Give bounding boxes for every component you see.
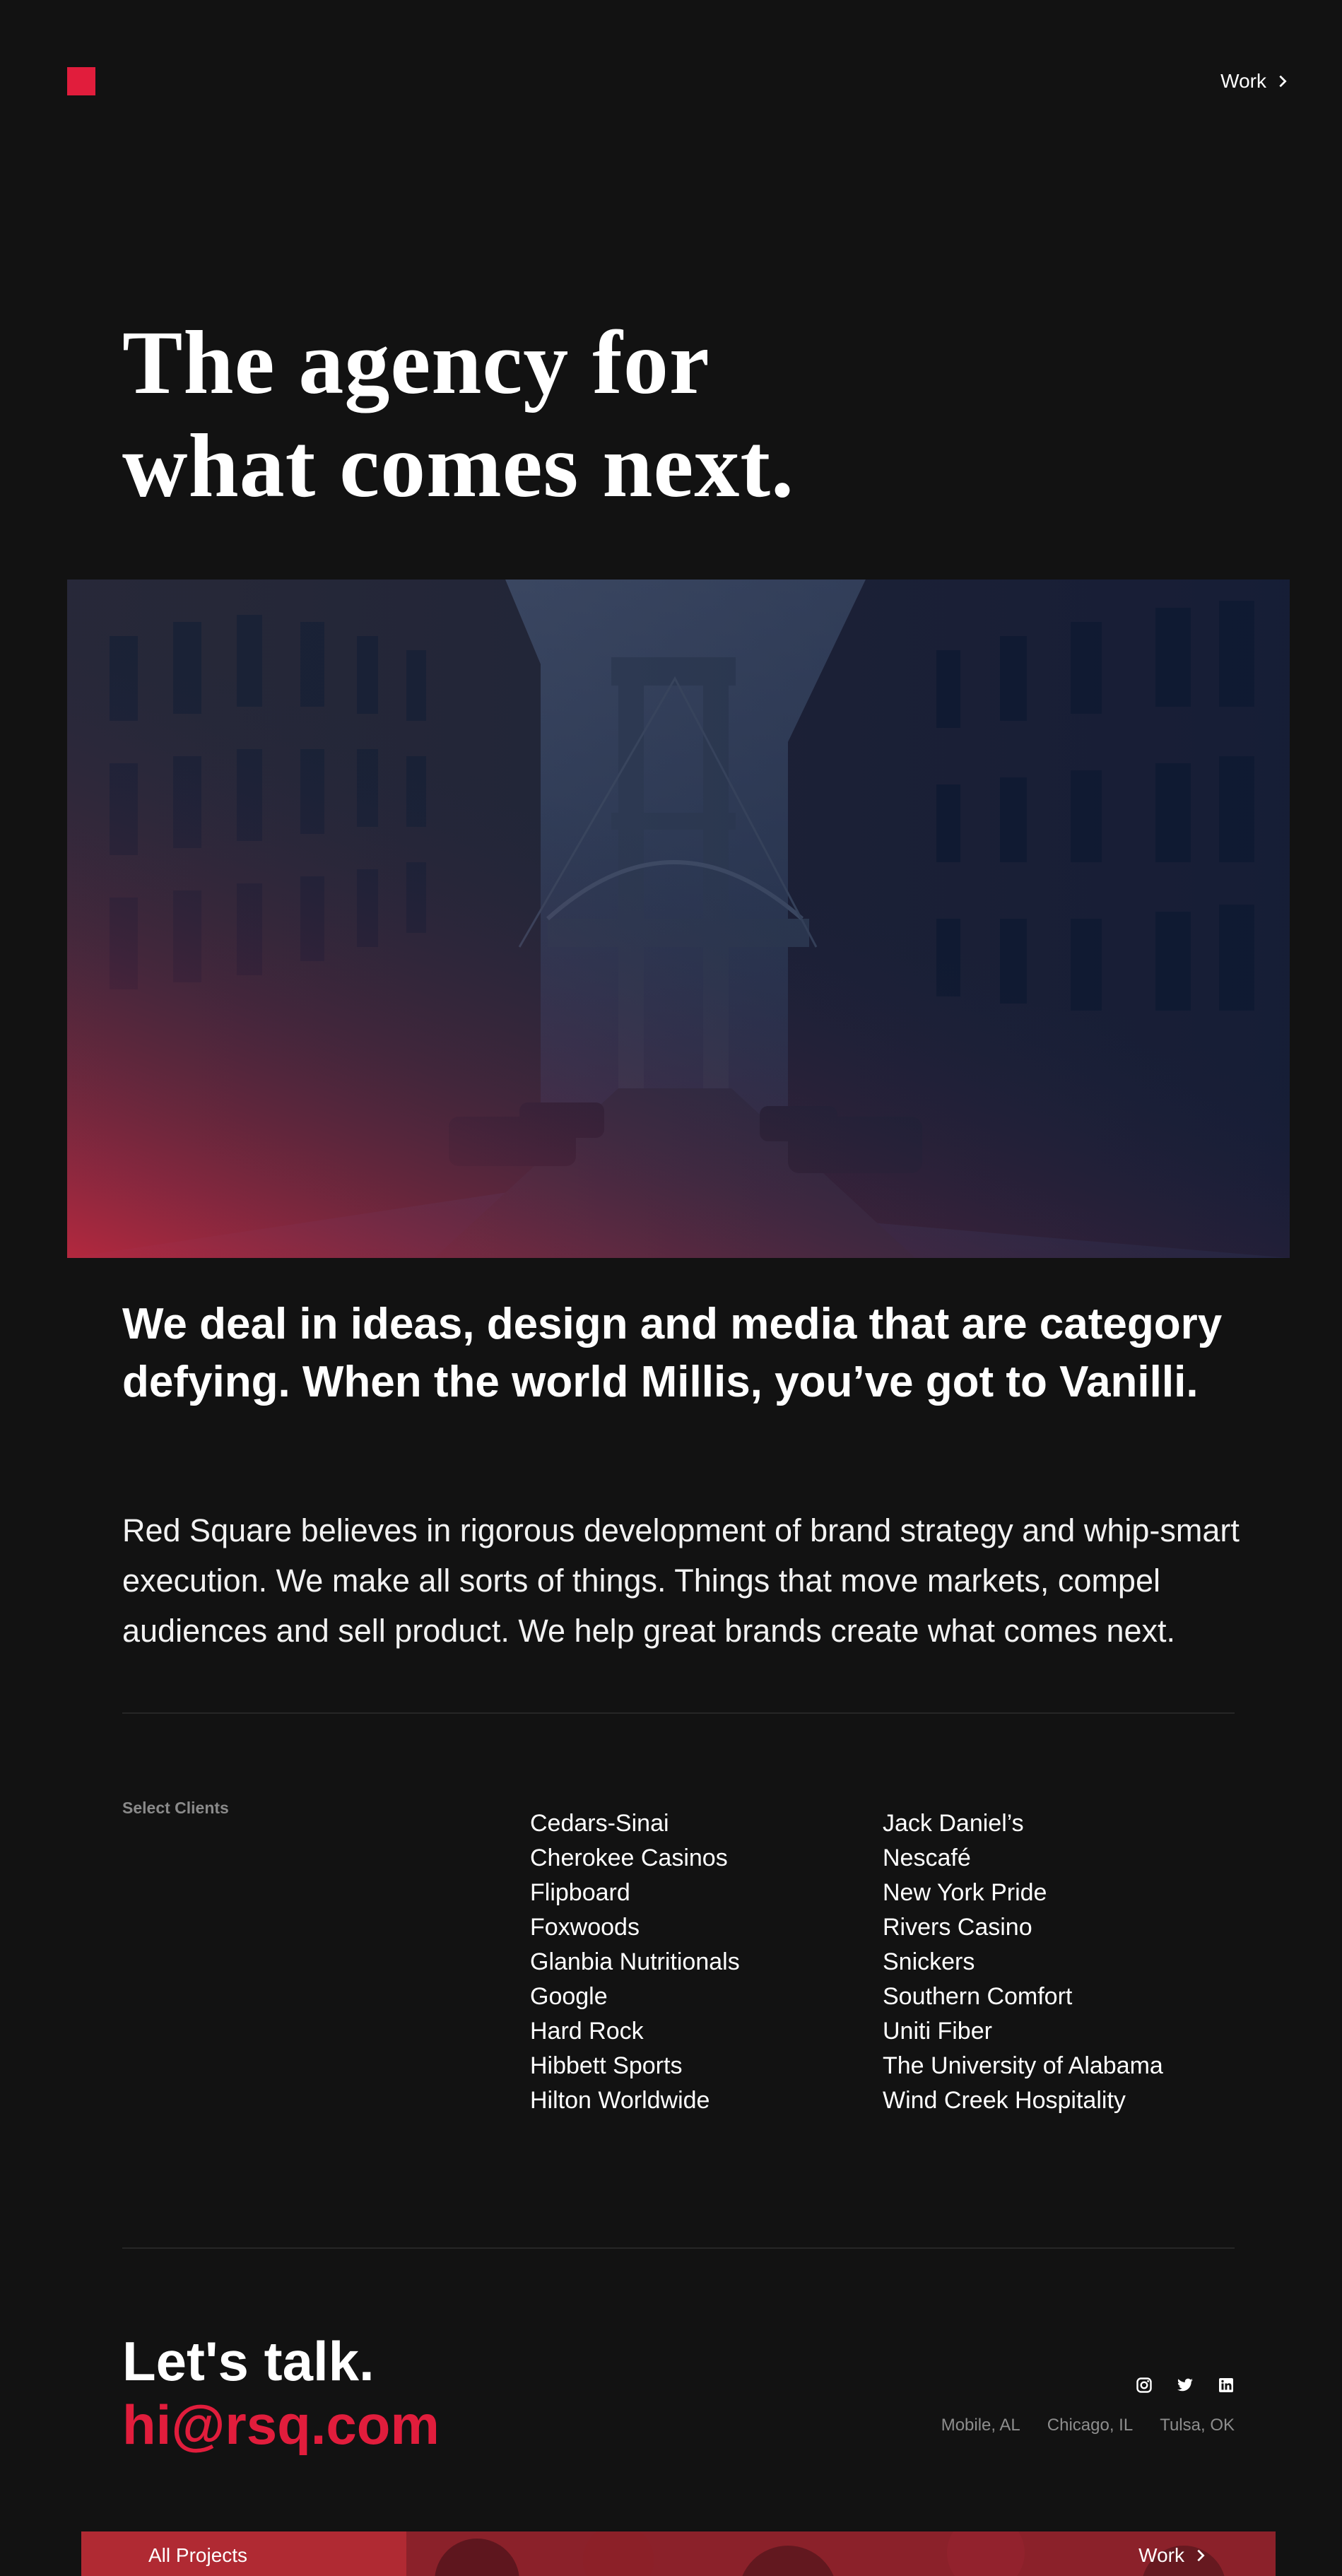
social-links <box>1136 2377 1235 2394</box>
client-item: Wind Creek Hospitality <box>883 2087 1126 2114</box>
client-item: Rivers Casino <box>883 1914 1032 1941</box>
email-link[interactable]: hi@rsq.com <box>122 2392 440 2457</box>
contact-heading: Let's talk. <box>122 2330 375 2392</box>
client-item: New York Pride <box>883 1879 1047 1906</box>
clients-list-column-b: Jack Daniel’s Nescafé New York Pride Riv… <box>883 1806 1163 2118</box>
instagram-icon[interactable] <box>1136 2377 1153 2394</box>
clients-list-column-a: Cedars-Sinai Cherokee Casinos Flipboard … <box>530 1806 740 2118</box>
next-card-background-image <box>81 2531 1276 2576</box>
twitter-icon[interactable] <box>1177 2377 1194 2394</box>
client-item: Snickers <box>883 1948 975 1975</box>
client-item: Cedars-Sinai <box>530 1810 669 1837</box>
next-work-card[interactable]: All Projects Work <box>81 2531 1276 2576</box>
brand-logo[interactable] <box>67 67 95 95</box>
client-item: Nescafé <box>883 1845 971 1871</box>
chevron-right-icon <box>1197 2549 1205 2562</box>
office-locations: Mobile, AL Chicago, IL Tulsa, OK <box>941 2416 1235 2435</box>
client-item: Hard Rock <box>530 2018 644 2045</box>
hero-image-brooklyn-bridge <box>67 580 1290 1258</box>
client-item: Foxwoods <box>530 1914 640 1941</box>
section-divider <box>122 2247 1235 2249</box>
client-item: Google <box>530 1983 608 2010</box>
intro-body: Red Square believes in rigorous developm… <box>122 1512 1240 1649</box>
location-item: Mobile, AL <box>941 2416 1020 2435</box>
nav-work-link[interactable]: Work <box>1220 67 1290 95</box>
hero-title: The agency for what comes next. <box>122 311 1112 517</box>
section-divider <box>122 1712 1235 1714</box>
client-item: Glanbia Nutritionals <box>530 1948 740 1975</box>
next-work-label: Work <box>1138 2544 1184 2566</box>
hero-title-line-1: The agency for <box>122 312 710 413</box>
hero-title-line-2: what comes next. <box>122 416 794 516</box>
location-item: Chicago, IL <box>1047 2416 1134 2435</box>
client-item: The University of Alabama <box>883 2052 1163 2079</box>
client-item: Southern Comfort <box>883 1983 1073 2010</box>
client-item: Cherokee Casinos <box>530 1845 728 1871</box>
client-item: Hilton Worldwide <box>530 2087 710 2114</box>
linkedin-icon[interactable] <box>1218 2377 1235 2394</box>
next-work-link[interactable]: Work <box>1138 2544 1208 2567</box>
client-item: Flipboard <box>530 1879 630 1906</box>
chevron-right-icon <box>1279 75 1287 88</box>
clients-label: Select Clients <box>122 1799 229 1817</box>
nav-work-label: Work <box>1220 70 1266 92</box>
client-item: Uniti Fiber <box>883 2018 992 2045</box>
client-item: Jack Daniel’s <box>883 1810 1024 1837</box>
intro-lead: We deal in ideas, design and media that … <box>122 1300 1223 1406</box>
all-projects-label[interactable]: All Projects <box>148 2544 247 2567</box>
location-item: Tulsa, OK <box>1160 2416 1235 2435</box>
client-item: Hibbett Sports <box>530 2052 683 2079</box>
